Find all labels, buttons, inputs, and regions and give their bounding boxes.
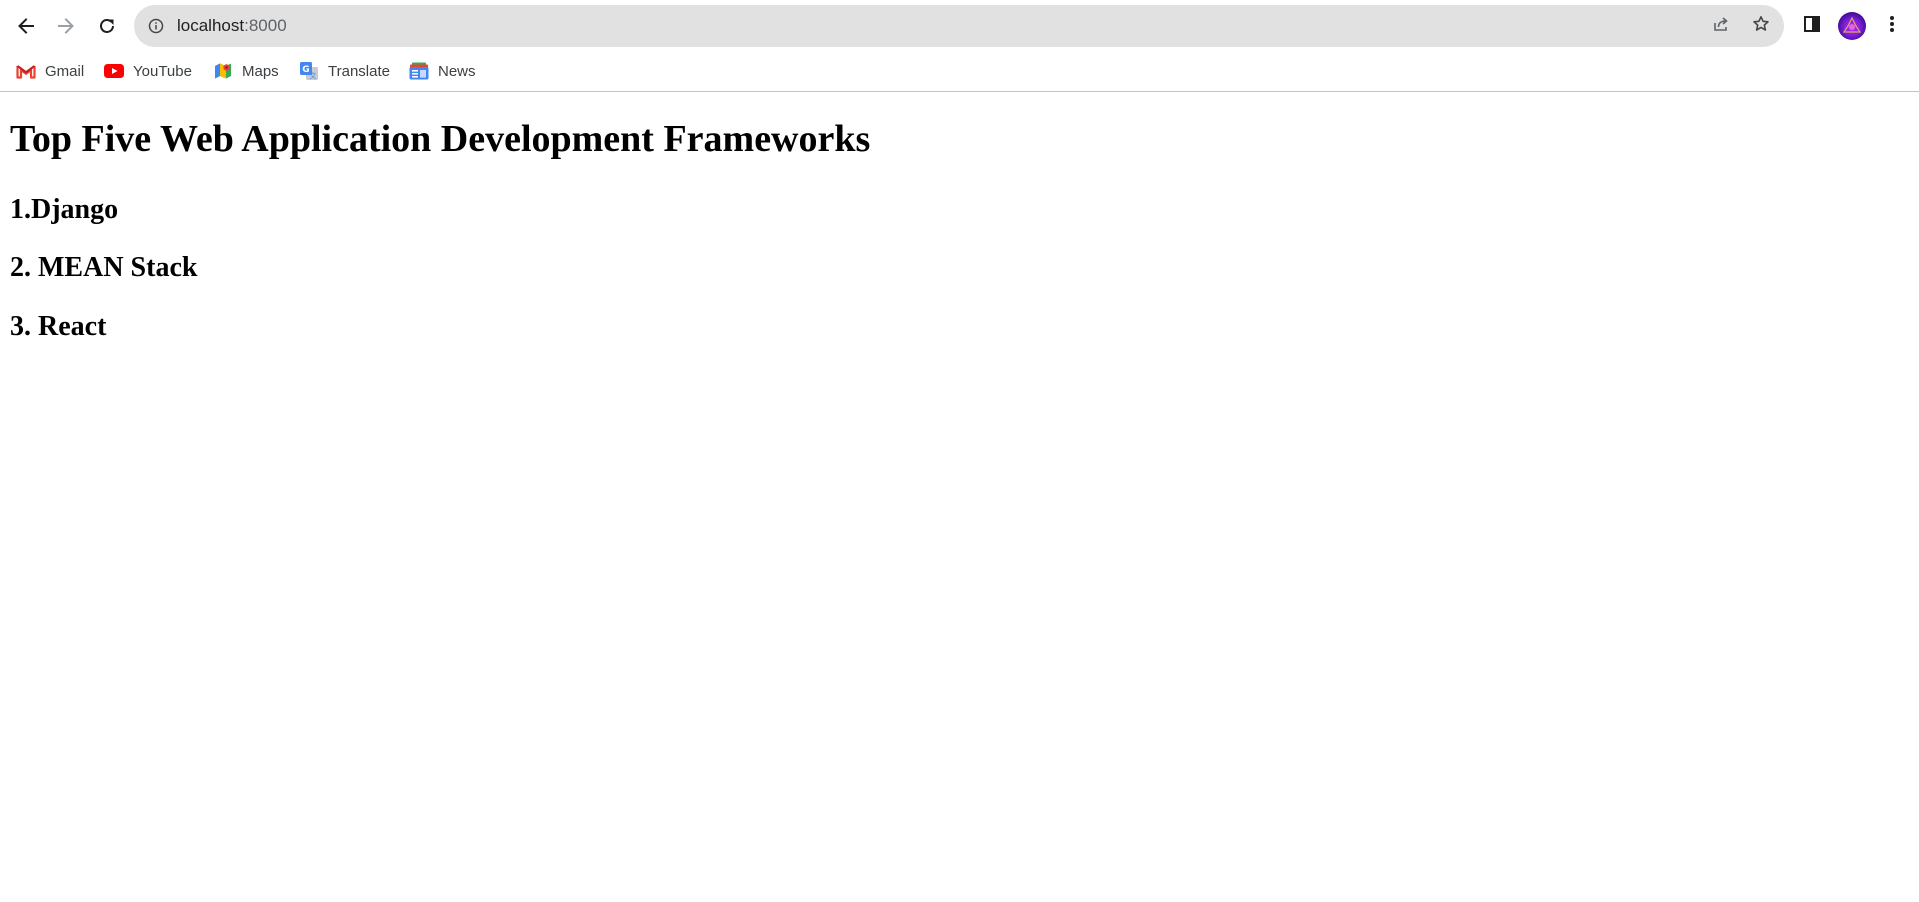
bookmark-label: Gmail [45, 62, 85, 80]
profile-avatar[interactable] [1838, 12, 1866, 40]
maps-icon [213, 61, 233, 81]
reload-icon [97, 16, 117, 36]
youtube-icon [104, 61, 124, 81]
arrow-left-icon [16, 16, 36, 36]
bookmark-label: Maps [242, 62, 279, 80]
page-content: Top Five Web Application Development Fra… [0, 92, 1919, 902]
bookmark-maps[interactable]: Maps [213, 58, 279, 84]
url-text[interactable]: localhost:8000 [177, 5, 287, 47]
bookmark-label: Translate [328, 62, 390, 80]
side-panel-icon [1803, 15, 1821, 38]
bookmark-translate[interactable]: G 文 Translate [299, 58, 390, 84]
browser-toolbar: localhost:8000 [0, 0, 1919, 52]
arrow-right-icon [56, 16, 76, 36]
bookmark-youtube[interactable]: YouTube [104, 58, 192, 84]
url-port: :8000 [244, 16, 287, 35]
more-vert-icon [1889, 15, 1895, 38]
reload-button[interactable] [91, 10, 123, 42]
page-title: Top Five Web Application Development Fra… [10, 118, 871, 160]
side-panel-button[interactable] [1800, 14, 1824, 38]
gmail-icon [16, 61, 36, 81]
bookmark-news[interactable]: News [409, 58, 476, 84]
translate-icon: G 文 [299, 61, 319, 81]
bookmark-gmail[interactable]: Gmail [16, 58, 84, 84]
address-bar[interactable]: localhost:8000 [134, 5, 1784, 47]
svg-text:文: 文 [310, 71, 317, 80]
bookmark-label: News [438, 62, 476, 80]
framework-item-react: 3. React [10, 311, 107, 342]
info-icon[interactable] [148, 18, 164, 34]
share-button[interactable] [1709, 14, 1733, 38]
bookmark-star-button[interactable] [1749, 14, 1773, 38]
framework-item-mean-stack: 2. MEAN Stack [10, 252, 198, 283]
bookmarks-bar: Gmail YouTube Maps G 文 Translate News [0, 52, 1919, 92]
share-icon [1711, 14, 1731, 39]
forward-button[interactable] [50, 10, 82, 42]
news-icon [409, 61, 429, 81]
browser-menu-button[interactable] [1880, 14, 1904, 38]
back-button[interactable] [10, 10, 42, 42]
framework-item-django: 1.Django [10, 194, 119, 225]
bookmark-label: YouTube [133, 62, 192, 80]
star-icon [1751, 14, 1771, 39]
url-host: localhost [177, 16, 245, 35]
